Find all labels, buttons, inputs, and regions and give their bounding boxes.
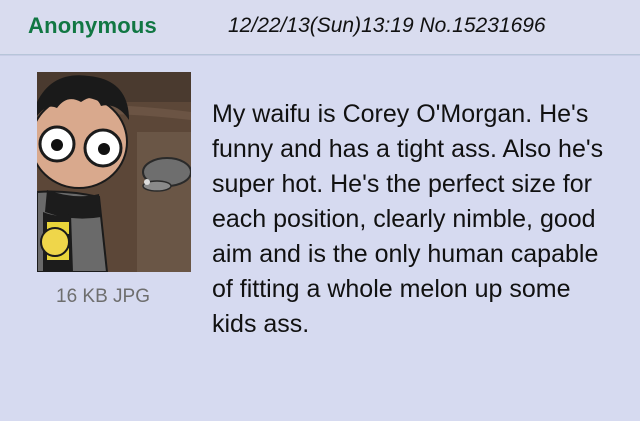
reply-post: Anonymous 12/22/13(Sun)13:19 No.15231696	[0, 0, 640, 421]
post-datetime: 12/22/13(Sun)13:19	[228, 14, 414, 37]
post-meta: 12/22/13(Sun)13:19 No.15231696	[228, 14, 546, 38]
post-number[interactable]: No.15231696	[420, 14, 546, 37]
poster-name: Anonymous	[28, 13, 157, 38]
post-header: Anonymous 12/22/13(Sun)13:19 No.15231696	[0, 0, 640, 55]
post-comment: My waifu is Corey O'Morgan. He's funny a…	[37, 97, 612, 342]
comment-float-spacer	[37, 97, 212, 327]
comment-text: My waifu is Corey O'Morgan. He's funny a…	[212, 100, 604, 338]
